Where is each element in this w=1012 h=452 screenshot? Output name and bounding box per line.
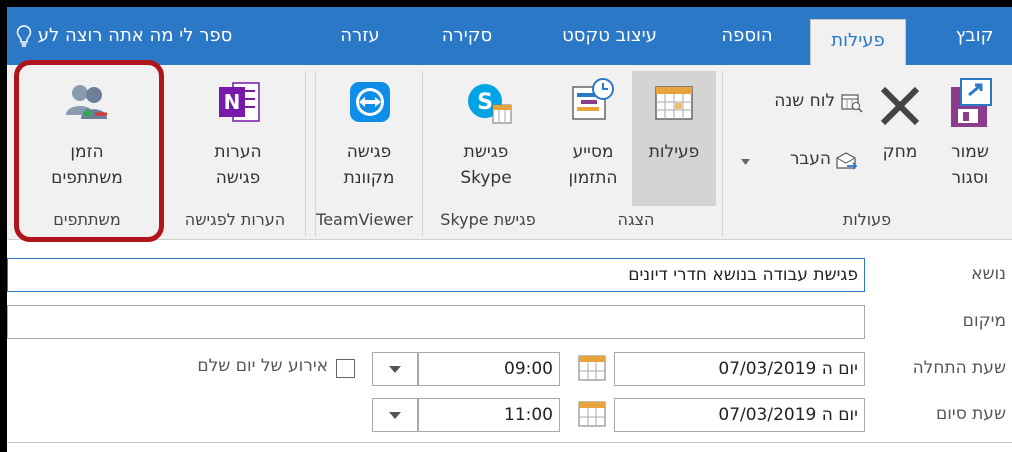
calendar-icon[interactable] bbox=[576, 352, 608, 384]
skype-label-2: Skype bbox=[460, 168, 512, 188]
delete-button[interactable]: מחק bbox=[869, 71, 931, 181]
group-skype-label: פגישת Skype bbox=[440, 210, 536, 229]
end-time-field[interactable]: 11:00 bbox=[418, 398, 560, 432]
scheduling-label-2: התזמון bbox=[568, 168, 618, 188]
tell-me-box[interactable]: ספר לי מה אתה רוצה לע bbox=[7, 7, 312, 65]
group-notes-label: הערות לפגישה bbox=[184, 210, 286, 229]
all-day-checkbox[interactable] bbox=[336, 359, 355, 378]
skype-label-1: פגישת bbox=[463, 142, 509, 162]
calendar-search-icon bbox=[841, 94, 863, 113]
tab-format-text[interactable]: עיצוב טקסט bbox=[542, 7, 677, 65]
location-label: מיקום bbox=[962, 311, 1006, 331]
skype-calendar-icon: S bbox=[468, 84, 512, 124]
tell-me-text: ספר לי מה אתה רוצה לע bbox=[37, 25, 233, 46]
outlook-meeting-window: קובץ פעילות הוספה עיצוב טקסט סקירה עזרה … bbox=[0, 0, 1012, 452]
end-time-label: שעת סיום bbox=[935, 404, 1006, 424]
save-close-button[interactable]: שמור וסגור bbox=[935, 71, 1005, 206]
end-date-field[interactable]: יום ה 07/03/2019 bbox=[614, 398, 865, 432]
meeting-notes-label-2: פגישה bbox=[215, 168, 261, 188]
group-separator bbox=[305, 71, 306, 236]
invite-attendees-icon bbox=[66, 85, 107, 119]
tab-insert[interactable]: הוספה bbox=[707, 7, 787, 65]
forward-button[interactable]: העבר bbox=[735, 147, 863, 175]
view-activities-label: פעילות bbox=[648, 142, 700, 162]
group-teamviewer-label: TeamViewer bbox=[316, 210, 413, 229]
end-time-dropdown[interactable] bbox=[372, 398, 418, 432]
subject-label: נושא bbox=[971, 264, 1006, 284]
delete-label: מחק bbox=[882, 142, 918, 162]
tab-meeting[interactable]: פעילות bbox=[810, 19, 906, 65]
all-day-label: אירוע של יום שלם bbox=[197, 356, 328, 376]
ribbon-tab-bar: קובץ פעילות הוספה עיצוב טקסט סקירה עזרה … bbox=[7, 7, 1012, 65]
calendar-button[interactable]: לוח שנה bbox=[739, 89, 863, 117]
teamviewer-icon bbox=[350, 82, 390, 122]
location-field[interactable] bbox=[7, 305, 865, 339]
delete-x-icon bbox=[880, 86, 920, 126]
save-close-icon bbox=[951, 78, 992, 127]
ribbon: שמור וסגור מחק לוח שנה העבר פעולות פעילו… bbox=[7, 65, 1012, 240]
invite-attendees-label-1: הזמן bbox=[70, 142, 104, 162]
group-separator bbox=[722, 71, 723, 236]
scheduling-label-1: מסייע bbox=[572, 142, 614, 162]
calendar-icon[interactable] bbox=[576, 398, 608, 430]
chevron-down-icon bbox=[389, 366, 401, 373]
subject-field[interactable]: פגישת עבודה בנושא חדרי דיונים bbox=[7, 258, 865, 292]
scheduling-clock-icon bbox=[572, 78, 614, 120]
start-date-field[interactable]: יום ה 07/03/2019 bbox=[614, 352, 865, 386]
view-activities-button[interactable]: פעילות bbox=[632, 71, 716, 206]
meeting-notes-button[interactable]: N הערות פגישה bbox=[175, 71, 301, 206]
chevron-down-icon bbox=[741, 159, 750, 165]
tab-review[interactable]: סקירה bbox=[422, 7, 512, 65]
svg-text:S: S bbox=[477, 90, 493, 115]
start-time-dropdown[interactable] bbox=[372, 352, 418, 386]
start-time-field[interactable]: 09:00 bbox=[418, 352, 560, 386]
group-attendees-label: משתתפים bbox=[53, 210, 121, 229]
svg-text:N: N bbox=[224, 90, 241, 114]
skype-meeting-button[interactable]: S פגישת Skype bbox=[427, 71, 545, 206]
onenote-icon: N bbox=[219, 82, 260, 122]
group-separator bbox=[159, 71, 160, 236]
lightbulb-icon bbox=[16, 25, 32, 47]
teamviewer-label-2: מקוונת bbox=[343, 168, 395, 188]
teamviewer-label-1: פגישה bbox=[346, 142, 392, 162]
forward-envelope-icon bbox=[836, 152, 858, 170]
teamviewer-meeting-button[interactable]: פגישה מקוונת bbox=[319, 71, 419, 206]
start-time-label: שעת התחלה bbox=[912, 358, 1006, 378]
meeting-notes-label-1: הערות bbox=[214, 142, 262, 162]
divider bbox=[7, 442, 1012, 443]
tab-file[interactable]: קובץ bbox=[937, 7, 1012, 65]
chevron-down-icon bbox=[389, 412, 401, 419]
window-border bbox=[0, 0, 7, 452]
save-close-label-2: וסגור bbox=[951, 168, 989, 188]
calendar-grid-icon bbox=[655, 86, 693, 120]
group-view-label: הצגה bbox=[617, 210, 655, 229]
save-close-label-1: שמור bbox=[951, 142, 989, 162]
group-actions-label: פעולות bbox=[842, 210, 892, 229]
invite-attendees-label-2: משתתפים bbox=[51, 168, 123, 188]
tab-help[interactable]: עזרה bbox=[325, 7, 395, 65]
window-border bbox=[0, 0, 1012, 7]
scheduling-assistant-button[interactable]: מסייע התזמון bbox=[555, 71, 631, 206]
invite-attendees-button[interactable]: הזמן משתתפים bbox=[19, 71, 155, 206]
calendar-label: לוח שנה bbox=[774, 91, 835, 111]
